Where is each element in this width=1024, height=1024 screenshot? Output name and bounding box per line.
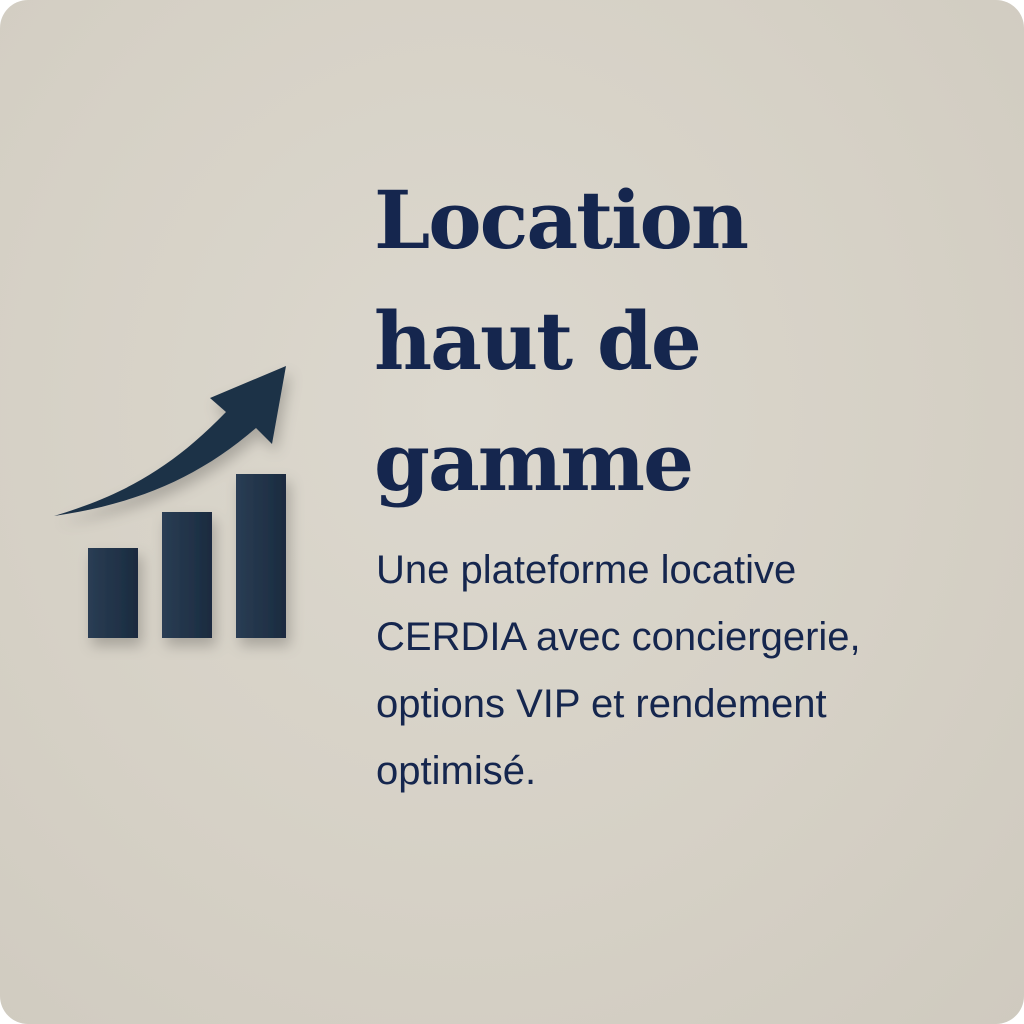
description-line: Une plateforme locative [376,548,797,592]
promo-card: Location haut de gamme Une plateforme lo… [0,0,1024,1024]
headline: Location haut de gamme [374,160,994,523]
description-line: options VIP et rendement [376,682,827,726]
chart-bar [236,474,286,638]
chart-bar [88,548,138,638]
chart-bar [162,512,212,638]
growth-chart-icon [54,366,286,638]
headline-line: Location [374,173,749,267]
description-line: CERDIA avec conciergerie, [376,615,861,659]
description-line: optimisé. [376,749,537,793]
description: Une plateforme locative CERDIA avec conc… [376,537,1006,805]
headline-line: gamme [374,415,694,509]
headline-line: haut de [374,294,702,388]
